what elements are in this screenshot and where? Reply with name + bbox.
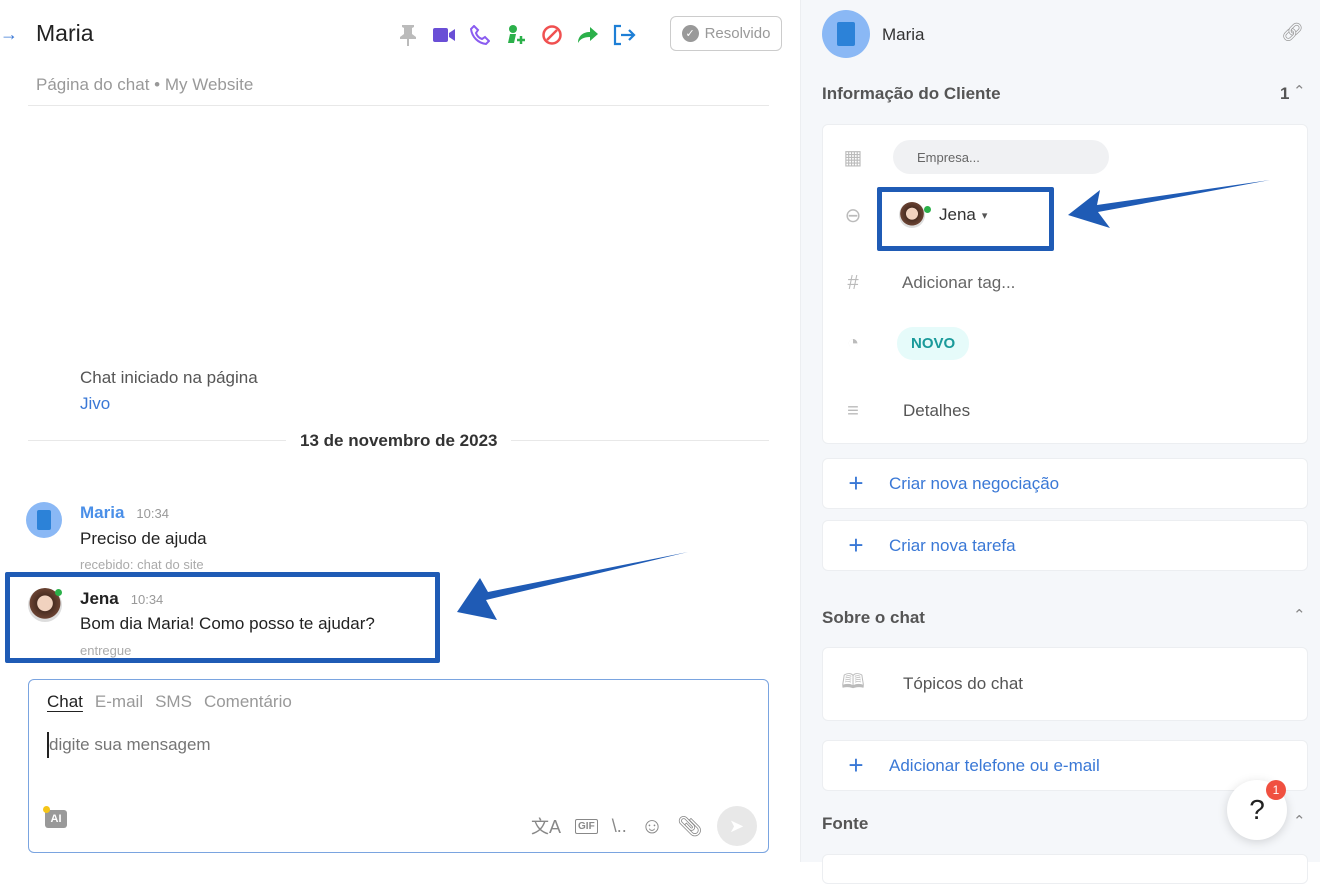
back-arrow-icon[interactable]: → [0,24,18,45]
chat-topics-label: Tópicos do chat [903,674,1024,693]
divider [28,105,769,106]
create-deal-label: Criar nova negociação [889,473,1060,493]
tag-input[interactable]: Adicionar tag... [902,273,1015,293]
phone-icon[interactable] [468,23,492,47]
client-info-card: ▦ Empresa... ⊖ Jena ▾ # Adicionar tag...… [822,124,1308,444]
book-icon [37,510,51,530]
client-avatar [822,10,870,58]
pin-icon[interactable] [396,23,420,47]
message-time: 10:34 [130,592,164,607]
composer-tabs: Chat E-mail SMS Comentário [47,692,292,712]
section-title: Informação do Cliente [822,84,1001,103]
section-title: Fonte [822,814,869,833]
check-circle-icon: ✓ [681,25,699,42]
link-icon[interactable]: 🔗︎ [1281,22,1304,43]
online-indicator [55,589,62,596]
hashtag-icon: # [847,271,859,294]
chat-subtitle: Página do chat • My Website [36,75,254,94]
create-deal-button[interactable]: + Criar nova negociação [822,458,1308,509]
company-input[interactable]: Empresa... [893,140,1109,174]
add-contact-label: Adicionar telefone ou e-mail [889,755,1100,775]
message-status: entregue [80,643,132,658]
date-label: 13 de novembro de 2023 [286,431,512,451]
details-icon: ≡ [847,399,859,422]
status-badge[interactable]: NOVO [897,326,970,360]
emoji-icon[interactable]: ☺ [641,813,663,839]
chat-actions [396,23,636,47]
add-contact-button[interactable]: + Adicionar telefone ou e-mail [822,740,1308,791]
send-button[interactable]: ➤ [716,806,757,846]
attach-icon[interactable]: 📎︎ [677,814,702,839]
chevron-up-icon[interactable]: ⌃ [1293,812,1306,830]
highlight-box [877,187,1054,251]
ai-button[interactable]: AI [45,810,67,828]
plus-icon: + [848,750,864,780]
chevron-up-icon[interactable]: ⌃ [1293,606,1306,624]
chevron-up-icon[interactable]: ⌃ [1293,82,1306,100]
forward-icon[interactable] [576,23,600,47]
building-icon: ▦ [843,146,863,169]
system-link[interactable]: Jivo [80,394,110,414]
chat-topics[interactable]: 🕮︎ Tópicos do chat [822,647,1308,721]
book-icon [837,22,855,46]
plus-icon: + [848,530,864,560]
system-message: Chat iniciado na página [80,368,258,387]
exit-icon[interactable] [612,23,636,47]
tab-comment[interactable]: Comentário [204,692,292,712]
tab-email[interactable]: E-mail [95,692,143,712]
resolve-button[interactable]: ✓ Resolvido [670,16,782,51]
message-text: Bom dia Maria! Como posso te ajudar? [80,614,375,633]
chat-title: Maria [36,20,94,46]
message-text: Preciso de ajuda [80,529,207,548]
message-status: recebido: chat do site [80,557,204,572]
message-author: Jena [80,589,119,608]
shortcuts-icon[interactable]: \.. [612,816,627,837]
message-input[interactable] [47,732,747,758]
video-icon[interactable] [432,23,456,47]
details-link[interactable]: Detalhes [903,401,970,421]
link-icon: ⊖ [844,204,862,227]
message-header: Maria 10:34 [80,503,169,523]
create-task-label: Criar nova tarefa [889,535,1016,555]
tab-sms[interactable]: SMS [155,692,192,712]
block-icon[interactable] [540,23,564,47]
chat-panel: → Maria ✓ Resolvido Página do chat • My … [0,0,800,862]
translate-icon[interactable]: 文A [531,813,561,839]
sparkle-icon [43,806,50,813]
tab-chat[interactable]: Chat [47,692,83,712]
client-name: Maria [882,25,925,44]
gif-button[interactable]: GIF [575,818,598,834]
message-author: Maria [80,503,125,522]
section-count: 1 [1280,84,1290,103]
book-open-icon: 🕮︎ [841,671,865,693]
source-card [822,854,1308,884]
plus-icon: + [848,468,864,498]
pie-chart-icon: ◔ [846,331,860,354]
add-user-icon[interactable] [504,23,528,47]
resolve-label: Resolvido [704,25,771,42]
online-indicator [924,206,931,213]
message-time: 10:34 [136,506,169,521]
create-task-button[interactable]: + Criar nova tarefa [822,520,1308,571]
message-composer: Chat E-mail SMS Comentário AI 文A GIF \..… [28,679,769,853]
notification-badge: 1 [1266,780,1286,800]
client-sidebar: Maria 🔗︎ Informação do Cliente 1 ⌃ ▦ Emp… [800,0,1320,884]
message-maria [26,502,62,538]
section-title: Sobre o chat [822,608,925,627]
avatar [26,502,62,538]
